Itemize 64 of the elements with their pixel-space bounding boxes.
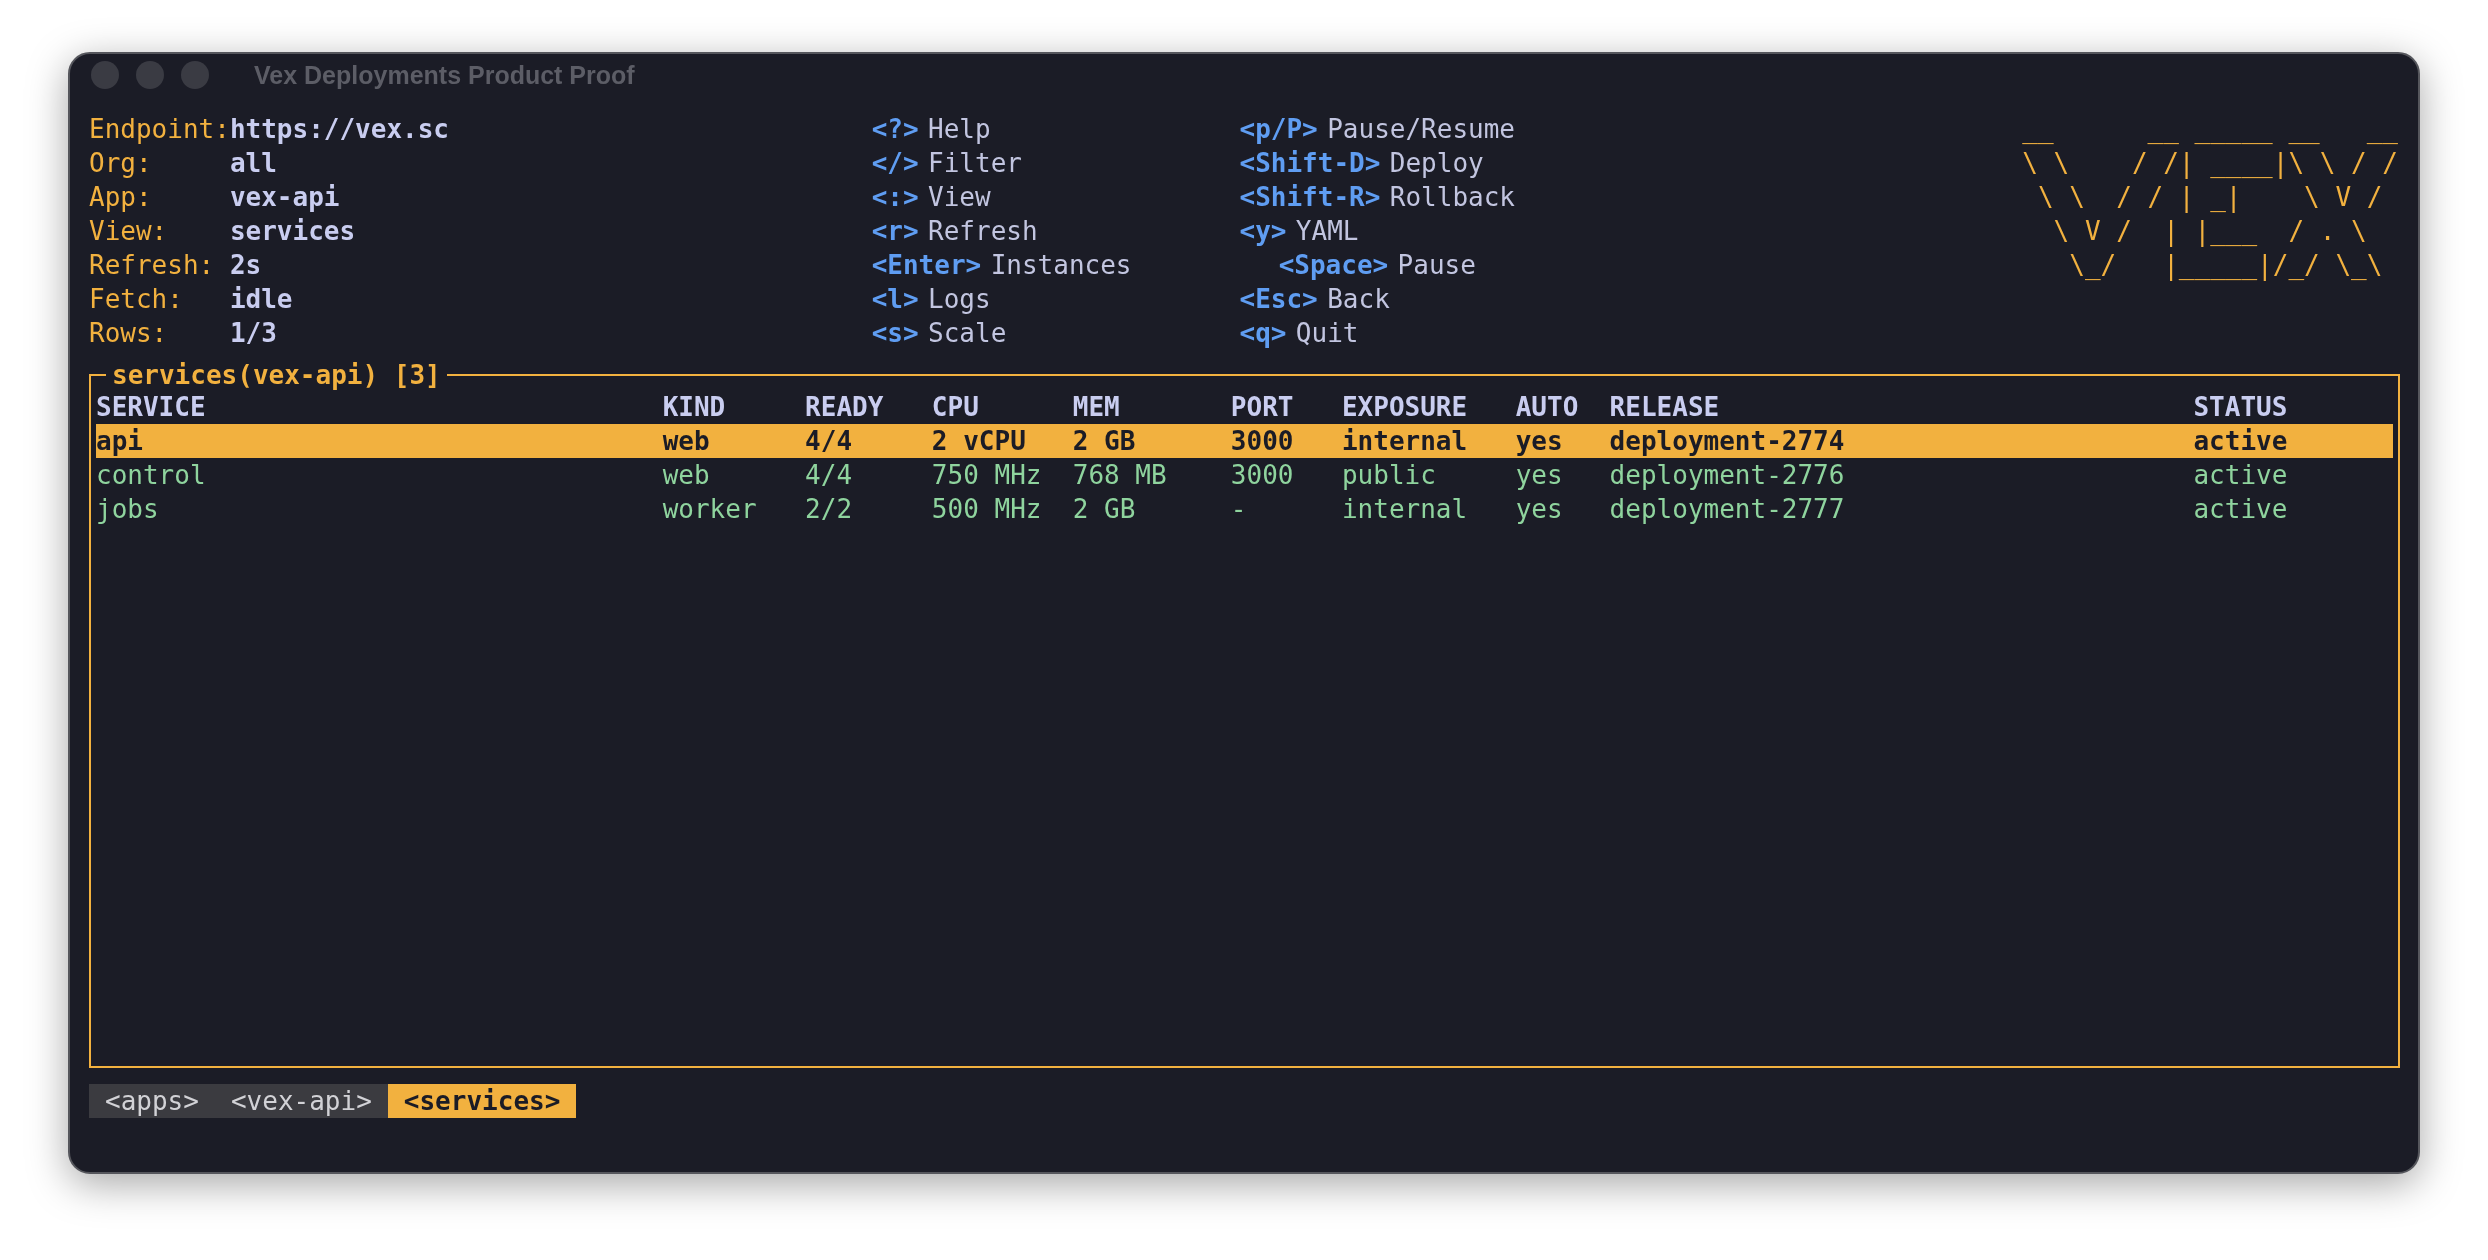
table-row[interactable]: control web 4/4 750 MHz 768 MB 3000 public yes deployment-2776 active [96, 458, 2393, 492]
column-header: EXPOSURE [1341, 391, 1469, 424]
info-label: Rows: [89, 317, 169, 350]
breadcrumb-tab[interactable]: <vex-api> [214, 1084, 388, 1118]
info-value: vex-api [229, 182, 340, 212]
ascii-logo: __ __ _____ __ __ \ \ / /| ____|\ \ / / \ \ / / | _| \ V / \ V / | |___ / . \ \_/ |_____|/_/ \_\ [2022, 113, 2398, 283]
shortcut-key: <s> [871, 318, 919, 348]
shortcut-key: <q> [1239, 318, 1287, 348]
shortcut-key: <Enter> [871, 250, 982, 280]
table-row[interactable]: api web 4/4 2 vCPU 2 GB 3000 internal yes deployment-2774 active [96, 424, 2393, 458]
shortcut-label: Rollback [1389, 182, 1515, 212]
info-label: Org: [89, 147, 153, 180]
column-header: KIND [662, 391, 727, 424]
zoom-button[interactable] [181, 61, 209, 89]
shortcut-label: Instances [990, 250, 1132, 280]
shortcut-key: <:> [871, 182, 919, 212]
shortcut-key: <l> [871, 284, 919, 314]
breadcrumb-tab[interactable]: <services> [387, 1084, 577, 1118]
shortcut-key: <r> [871, 216, 919, 246]
info-value: 2s [229, 250, 262, 280]
info-value: all [229, 148, 277, 178]
shortcut-label: Pause [1397, 250, 1476, 280]
shortcut-label: Help [928, 114, 991, 144]
shortcut-label: Back [1327, 284, 1390, 314]
shortcut-label: Filter [928, 148, 1022, 178]
info-label: Refresh: [89, 249, 216, 282]
shortcut-label: Refresh [928, 216, 1038, 246]
table-title: services(vex-api) [3] [111, 360, 442, 390]
breadcrumb-tab[interactable]: <apps> [89, 1084, 215, 1118]
table-row[interactable]: jobs worker 2/2 500 MHz 2 GB - internal yes deployment-2777 active [96, 492, 2393, 526]
shortcut-label: Pause/Resume [1327, 114, 1515, 144]
shortcut-key: <y> [1239, 216, 1287, 246]
shortcut-label: Deploy [1389, 148, 1484, 178]
info-value: https://vex.sc [229, 114, 450, 144]
shortcut-key: </> [871, 148, 919, 178]
info-label: Endpoint: [89, 113, 230, 146]
info-label: App: [89, 181, 153, 214]
info-label: Fetch: [89, 283, 184, 316]
column-header: MEM [1072, 391, 1121, 424]
shortcut-key: <p/P> [1239, 114, 1318, 144]
shortcut-label: View [928, 182, 991, 212]
column-header: PORT [1230, 391, 1295, 424]
shortcut-label: Logs [928, 284, 991, 314]
info-value: services [229, 216, 356, 246]
info-value: idle [229, 284, 293, 314]
shortcut-key: <Shift-R> [1239, 182, 1381, 212]
shortcut-label: YAML [1295, 216, 1359, 246]
shortcut-key: <Space> [1278, 250, 1389, 280]
minimize-button[interactable] [136, 61, 164, 89]
shortcut-key: <Esc> [1239, 284, 1318, 314]
shortcut-key: <?> [871, 114, 919, 144]
shortcut-label: Scale [928, 318, 1007, 348]
info-label: View: [89, 215, 169, 248]
info-value: 1/3 [229, 318, 277, 348]
column-header: SERVICE [96, 391, 207, 424]
window-title: Vex Deployments Product Proof [254, 60, 635, 90]
column-header: RELEASE [1609, 391, 1721, 424]
shortcut-label: Quit [1295, 318, 1359, 348]
column-header: CPU [931, 391, 980, 424]
shortcut-key: <Shift-D> [1239, 148, 1381, 178]
column-header: READY [805, 391, 885, 424]
close-button[interactable] [91, 61, 119, 89]
column-header: AUTO [1515, 391, 1580, 424]
column-header: STATUS [2193, 391, 2289, 424]
